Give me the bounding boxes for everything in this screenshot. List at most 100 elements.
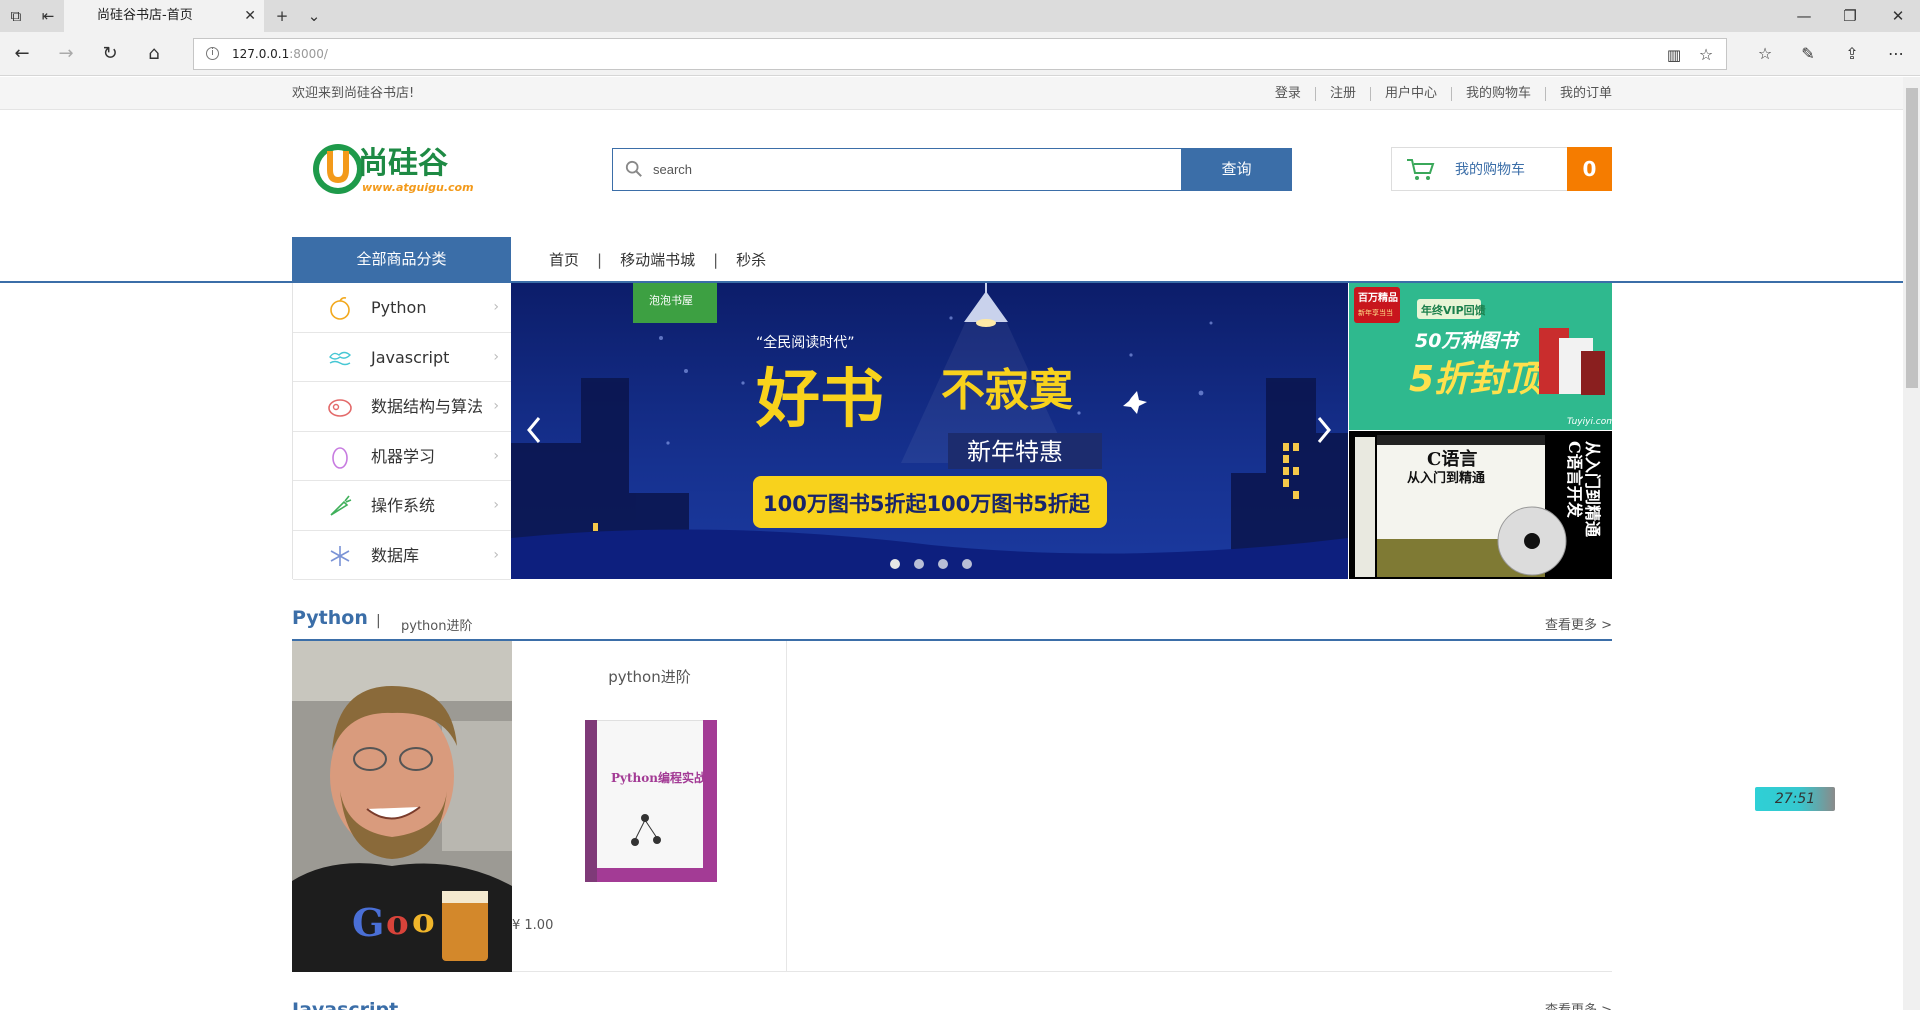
star-sparkle-icon: [1123, 391, 1147, 414]
banner-promo: 100万图书5折起100万图书5折起: [763, 492, 1091, 516]
close-icon[interactable]: ✕: [244, 0, 256, 32]
user-center-link[interactable]: 用户中心: [1369, 87, 1451, 101]
home-icon[interactable]: ⌂: [136, 32, 172, 76]
tab-title: 尚硅谷书店-首页: [97, 8, 193, 23]
section-feature-photo[interactable]: G o o: [292, 641, 512, 972]
category-item-javascript[interactable]: Javascript ›: [293, 333, 511, 382]
reading-view-icon[interactable]: ▥: [1656, 33, 1692, 77]
minimize-icon[interactable]: —: [1790, 0, 1818, 32]
section-bottom-border: [787, 971, 1612, 972]
nav-home-link[interactable]: 首页: [549, 249, 579, 270]
browser-toolbar: ← → ↻ ⌂ i 127.0.0.1:8000/ ▥ ☆ ☆ ✎ ⇪ ⋯: [0, 32, 1920, 76]
category-label: Javascript: [371, 347, 450, 367]
my-cart-link[interactable]: 我的购物车: [1450, 87, 1545, 101]
refresh-icon[interactable]: ↻: [92, 32, 128, 76]
banner-carousel[interactable]: 泡泡书屋 “全民阅读时代” 好书 不寂寞 新年特惠 100万图书5折起100万图…: [511, 283, 1348, 579]
tab-actions-icon[interactable]: ⧉: [2, 0, 30, 32]
banner-quote: “全民阅读时代”: [756, 334, 855, 351]
cart-widget[interactable]: 我的购物车 0: [1391, 147, 1612, 191]
address-bar[interactable]: i 127.0.0.1:8000/ ▥ ☆: [193, 38, 1727, 70]
category-item-database[interactable]: 数据库 ›: [293, 531, 511, 580]
logo-url: www.atguigu.com: [362, 181, 474, 194]
browser-tab[interactable]: 尚硅谷书店-首页 ✕: [64, 0, 264, 32]
register-link[interactable]: 注册: [1314, 87, 1370, 101]
c-book-ad-art: C语言 从入门到精通 从入门到精通 C语言开发: [1349, 431, 1612, 579]
vip-site: Tuyiyi.com: [1567, 417, 1612, 427]
chevron-right-icon: ›: [493, 546, 499, 563]
back-icon[interactable]: ←: [4, 32, 40, 76]
product-name[interactable]: python进阶: [512, 666, 787, 687]
my-orders-link[interactable]: 我的订单: [1544, 87, 1612, 101]
c-book-title: C语言: [1427, 448, 1477, 470]
c-book-vertical: C语言开发: [1565, 441, 1584, 519]
all-categories-button[interactable]: 全部商品分类: [292, 237, 511, 282]
section-more-link[interactable]: 查看更多 >: [1545, 614, 1612, 633]
star-icon[interactable]: ☆: [1688, 33, 1724, 77]
search-input[interactable]: [653, 149, 1153, 190]
section-title[interactable]: Python: [292, 607, 368, 629]
forward-icon[interactable]: →: [48, 32, 84, 76]
search-box: 查询: [612, 148, 1292, 191]
scrollbar-thumb[interactable]: [1906, 88, 1918, 388]
pen-icon[interactable]: ✎: [1790, 32, 1826, 76]
category-item-machine-learning[interactable]: 机器学习 ›: [293, 432, 511, 481]
url-text[interactable]: 127.0.0.1:8000/: [232, 39, 328, 69]
category-item-data-structures[interactable]: 数据结构与算法 ›: [293, 382, 511, 432]
site-logo[interactable]: 尚硅谷 www.atguigu.com: [310, 138, 490, 200]
vip-line1: 50万种图书: [1415, 330, 1520, 352]
side-ad-c-language[interactable]: C语言 从入门到精通 从入门到精通 C语言开发: [1349, 431, 1612, 579]
site-top-bar: 欢迎来到尚硅谷书店! 登录 注册 用户中心 我的购物车 我的订单: [0, 77, 1903, 110]
info-icon[interactable]: i: [206, 47, 219, 60]
favorites-icon[interactable]: ☆: [1747, 32, 1783, 76]
carousel-dot: [938, 559, 948, 569]
share-icon[interactable]: ⇪: [1834, 32, 1870, 76]
next-section-title[interactable]: Javascript: [292, 997, 398, 1010]
category-item-python[interactable]: Python ›: [293, 283, 511, 333]
browser-tab-bar: ⧉ ⇤ 尚硅谷书店-首页 ✕ + ⌄ — ❐ ✕: [0, 0, 1920, 32]
carousel-dot: [890, 559, 900, 569]
chevron-right-icon: ›: [493, 299, 499, 315]
chevron-right-icon: ›: [493, 398, 499, 414]
prev-arrow-icon: [527, 417, 541, 443]
snowflake-icon: [330, 545, 350, 566]
login-link[interactable]: 登录: [1261, 87, 1315, 101]
svg-text:G: G: [352, 900, 384, 945]
nav-mobile-link[interactable]: 移动端书城: [620, 249, 695, 270]
category-label: 机器学习: [371, 446, 436, 466]
vip-pill: 年终VIP回馈: [1421, 303, 1486, 317]
category-label: 操作系统: [371, 496, 436, 515]
banner-headline-big: 好书: [755, 362, 884, 437]
more-icon[interactable]: ⋯: [1878, 32, 1914, 76]
ground-wave: [511, 529, 1348, 579]
category-list: Python › Javascript › 数据结构与算法 › 机器学习 › 操…: [292, 283, 511, 580]
banner-tag: 泡泡书屋: [649, 293, 693, 307]
section-separator: |: [376, 613, 381, 629]
vip-line2: 5折封顶: [1409, 359, 1549, 400]
search-icon: [625, 160, 642, 177]
meat-icon: [328, 399, 352, 417]
chevron-right-icon: ›: [493, 348, 499, 365]
welcome-text: 欢迎来到尚硅谷书店!: [292, 86, 415, 101]
nav-flash-sale-link[interactable]: 秒杀: [736, 249, 766, 270]
lamp-icon: [964, 283, 1008, 322]
next-section-more-link[interactable]: 查看更多 >: [1545, 1002, 1612, 1010]
set-aside-tabs-icon[interactable]: ⇤: [34, 0, 62, 32]
section-subcategory-link[interactable]: python进阶: [401, 615, 472, 634]
product-card[interactable]: python进阶 Python编程实战 ¥ 1.00: [512, 641, 787, 972]
product-cover-image[interactable]: Python编程实战: [585, 720, 717, 882]
category-item-operating-systems[interactable]: 操作系统 ›: [293, 481, 511, 531]
c-book-subtitle: 从入门到精通: [1407, 470, 1485, 486]
search-button[interactable]: 查询: [1181, 148, 1292, 191]
new-tab-icon[interactable]: +: [268, 0, 296, 32]
cart-label[interactable]: 我的购物车: [1455, 148, 1525, 192]
chevron-right-icon: ›: [493, 497, 499, 513]
window-close-icon[interactable]: ✕: [1884, 0, 1912, 32]
chevron-down-icon[interactable]: ⌄: [300, 0, 328, 32]
logo-text: 尚硅谷: [358, 146, 448, 181]
category-label: 数据结构与算法: [371, 397, 484, 416]
restore-icon[interactable]: ❐: [1836, 0, 1864, 32]
floating-timer: 27:51: [1755, 787, 1835, 811]
main-nav: 首页 | 移动端书城 | 秒杀: [549, 237, 766, 282]
side-ad-vip[interactable]: 百万精品 新年享当当 年终VIP回馈 50万种图书 5折封顶 Tuyiyi.co…: [1349, 283, 1612, 430]
top-links: 登录 注册 用户中心 我的购物车 我的订单: [1261, 77, 1612, 101]
